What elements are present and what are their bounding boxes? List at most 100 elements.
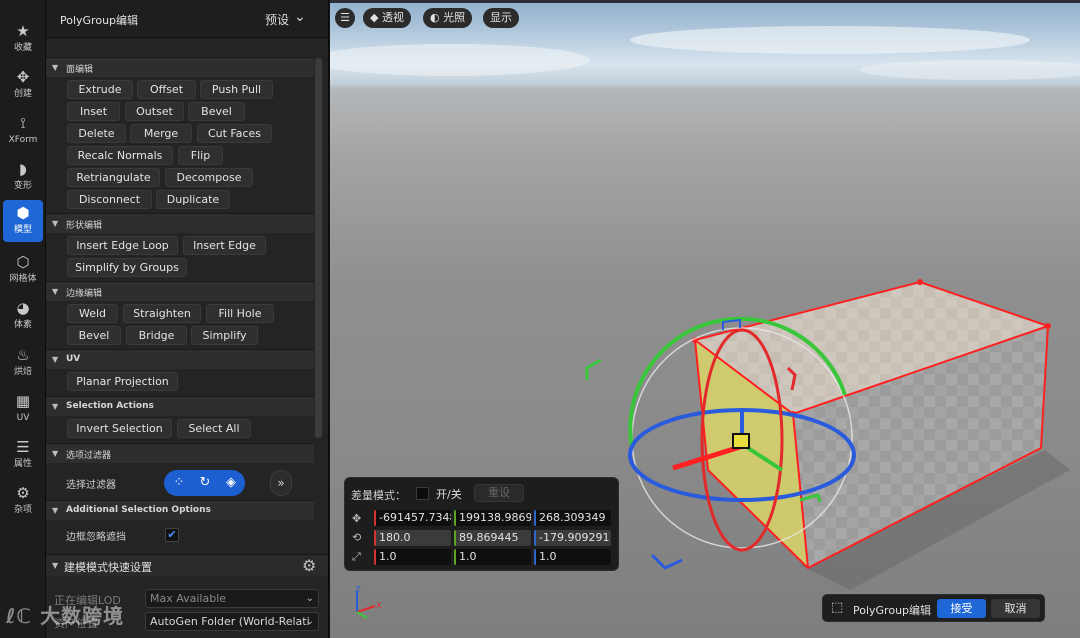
collapse-arrow-icon: ▼ xyxy=(52,561,59,570)
recalc-normals-button[interactable]: Recalc Normals xyxy=(67,146,173,165)
bridge-button[interactable]: Bridge xyxy=(126,326,187,345)
viewport-menu-button[interactable]: ☰ xyxy=(335,8,355,28)
section-additional-options[interactable]: ▼ Additional Selection Options xyxy=(46,500,314,520)
section-selection-filter[interactable]: ▼ 选项过滤器 xyxy=(46,443,314,463)
viewport-top-border xyxy=(330,0,1080,3)
mode-toolbar: ★ 收藏 ✥ 创建 ⟟ XForm ◗ 变形 ⬢ 模型 ⬡ 网格体 ◕ 体素 ♨… xyxy=(0,0,46,638)
create-icon: ✥ xyxy=(16,68,30,86)
accept-button[interactable]: 接受 xyxy=(937,599,986,618)
toolbar-item-misc[interactable]: ⚙ 杂项 xyxy=(3,480,43,522)
vertex-filter-icon[interactable]: ⁘ xyxy=(167,473,191,493)
rotation-z-field[interactable]: -179.909291 xyxy=(534,530,611,546)
bevel-button[interactable]: Bevel xyxy=(188,102,245,121)
vertex xyxy=(917,279,923,285)
scale-y-field[interactable]: 1.0 xyxy=(454,549,531,565)
flip-button[interactable]: Flip xyxy=(178,146,223,165)
extrude-button[interactable]: Extrude xyxy=(67,80,133,99)
toolbar-item-xform[interactable]: ⟟ XForm xyxy=(3,110,43,152)
delta-mode-label: 差量模式： xyxy=(351,489,406,502)
scale-z-field[interactable]: 1.0 xyxy=(534,549,611,565)
rotate-icon: ⟲ xyxy=(352,531,362,544)
location-x-field[interactable]: -691457.7348 xyxy=(374,510,451,526)
chevron-down-icon: ⌄ xyxy=(305,593,314,604)
section-title: 面编辑 xyxy=(66,65,94,75)
hamburger-icon: ☰ xyxy=(340,11,350,24)
straighten-button[interactable]: Straighten xyxy=(123,304,201,323)
watermark-logo: ℓℂ 大数跨境 xyxy=(6,600,124,629)
toolbar-item-model[interactable]: ⬢ 模型 xyxy=(3,200,43,242)
toolbar-item-favorites[interactable]: ★ 收藏 xyxy=(3,18,43,60)
rotation-y-field[interactable]: 89.869445 xyxy=(454,530,531,546)
delta-mode-toggle[interactable] xyxy=(416,487,429,500)
scale-x-field[interactable]: 1.0 xyxy=(374,549,451,565)
section-title: 选项过滤器 xyxy=(66,451,112,461)
rotation-x-field[interactable]: 180.0 xyxy=(374,530,451,546)
gizmo-center[interactable] xyxy=(732,433,750,449)
delta-reset-button[interactable]: 重设 xyxy=(474,484,524,502)
cloud xyxy=(330,44,590,76)
chevron-down-icon[interactable]: ⌄ xyxy=(294,9,306,25)
retriangulate-button[interactable]: Retriangulate xyxy=(67,168,160,187)
modeling-quick-settings-header[interactable]: ▼ 建模模式快速设置 ⚙ xyxy=(46,554,328,576)
asset-location-value: AutoGen Folder (World-Relati xyxy=(150,615,310,628)
filter-more-button[interactable]: » xyxy=(270,470,292,496)
view-mode-button[interactable]: ◆ 透视 xyxy=(363,8,411,28)
ignore-occlusion-checkbox[interactable]: ✔ xyxy=(165,528,179,542)
duplicate-button[interactable]: Duplicate xyxy=(156,190,230,209)
outset-button[interactable]: Outset xyxy=(125,102,184,121)
invert-selection-button[interactable]: Invert Selection xyxy=(67,419,172,438)
merge-button[interactable]: Merge xyxy=(130,124,192,143)
xform-icon: ⟟ xyxy=(20,114,26,132)
weld-button[interactable]: Weld xyxy=(67,304,118,323)
toolbar-item-uv[interactable]: ▦ UV xyxy=(3,388,43,430)
section-face-edit[interactable]: ▼ 面编辑 xyxy=(46,57,314,77)
toolbar-item-voxel[interactable]: ◕ 体素 xyxy=(3,295,43,337)
toolbar-item-create[interactable]: ✥ 创建 xyxy=(3,64,43,106)
active-tool-label: PolyGroup编辑 xyxy=(853,604,932,617)
star-icon: ★ xyxy=(16,22,30,40)
gear-icon[interactable]: ⚙ xyxy=(302,556,316,575)
decompose-button[interactable]: Decompose xyxy=(165,168,253,187)
asset-location-dropdown[interactable]: AutoGen Folder (World-Relati ⌄ xyxy=(145,612,319,631)
section-edge-edit[interactable]: ▼ 边缘编辑 xyxy=(46,281,314,301)
planar-projection-button[interactable]: Planar Projection xyxy=(67,372,178,391)
insert-edge-loop-button[interactable]: Insert Edge Loop xyxy=(67,236,178,255)
toolbar-item-mesh[interactable]: ⬡ 网格体 xyxy=(3,249,43,291)
fill-hole-button[interactable]: Fill Hole xyxy=(206,304,274,323)
section-title: 建模模式快速设置 xyxy=(64,561,152,574)
inset-button[interactable]: Inset xyxy=(67,102,120,121)
toolbar-item-label: 杂项 xyxy=(13,505,32,515)
show-button[interactable]: 显示 xyxy=(483,8,519,28)
simplify-by-groups-button[interactable]: Simplify by Groups xyxy=(67,258,187,277)
toolbar-item-attributes[interactable]: ☰ 属性 xyxy=(3,434,43,476)
disconnect-button[interactable]: Disconnect xyxy=(67,190,152,209)
preset-dropdown[interactable]: 预设 xyxy=(265,11,289,28)
cancel-button[interactable]: 取消 xyxy=(991,599,1040,618)
mesh-icon: ⬡ xyxy=(16,253,30,271)
panel-scrollbar[interactable] xyxy=(315,58,322,438)
location-y-field[interactable]: 199138.9869 xyxy=(454,510,531,526)
bake-icon: ♨ xyxy=(16,346,30,364)
section-uv[interactable]: ▼ UV xyxy=(46,349,314,369)
simplify-button[interactable]: Simplify xyxy=(191,326,258,345)
model-icon: ⬢ xyxy=(16,204,30,222)
voxel-icon: ◕ xyxy=(16,299,30,317)
location-z-field[interactable]: 268.309349 xyxy=(534,510,611,526)
toolbar-item-deform[interactable]: ◗ 变形 xyxy=(3,156,43,198)
edge-bevel-button[interactable]: Bevel xyxy=(67,326,121,345)
toolbar-item-bake[interactable]: ♨ 烘焙 xyxy=(3,342,43,384)
edge-filter-icon[interactable]: ↻ xyxy=(193,473,217,493)
face-filter-icon[interactable]: ◈ xyxy=(219,473,243,493)
push-pull-button[interactable]: Push Pull xyxy=(200,80,273,99)
lighting-button[interactable]: ◐ 光照 xyxy=(423,8,473,28)
select-all-button[interactable]: Select All xyxy=(177,419,251,438)
axis-indicator-z-label: Z xyxy=(355,585,361,594)
lod-dropdown[interactable]: Max Available ⌄ xyxy=(145,589,319,608)
insert-edge-button[interactable]: Insert Edge xyxy=(183,236,266,255)
offset-button[interactable]: Offset xyxy=(137,80,196,99)
section-selection-actions[interactable]: ▼ Selection Actions xyxy=(46,396,314,416)
toolbar-item-label: 属性 xyxy=(13,459,32,469)
section-shape-edit[interactable]: ▼ 形状编辑 xyxy=(46,213,314,233)
cut-faces-button[interactable]: Cut Faces xyxy=(197,124,272,143)
delete-button[interactable]: Delete xyxy=(67,124,126,143)
